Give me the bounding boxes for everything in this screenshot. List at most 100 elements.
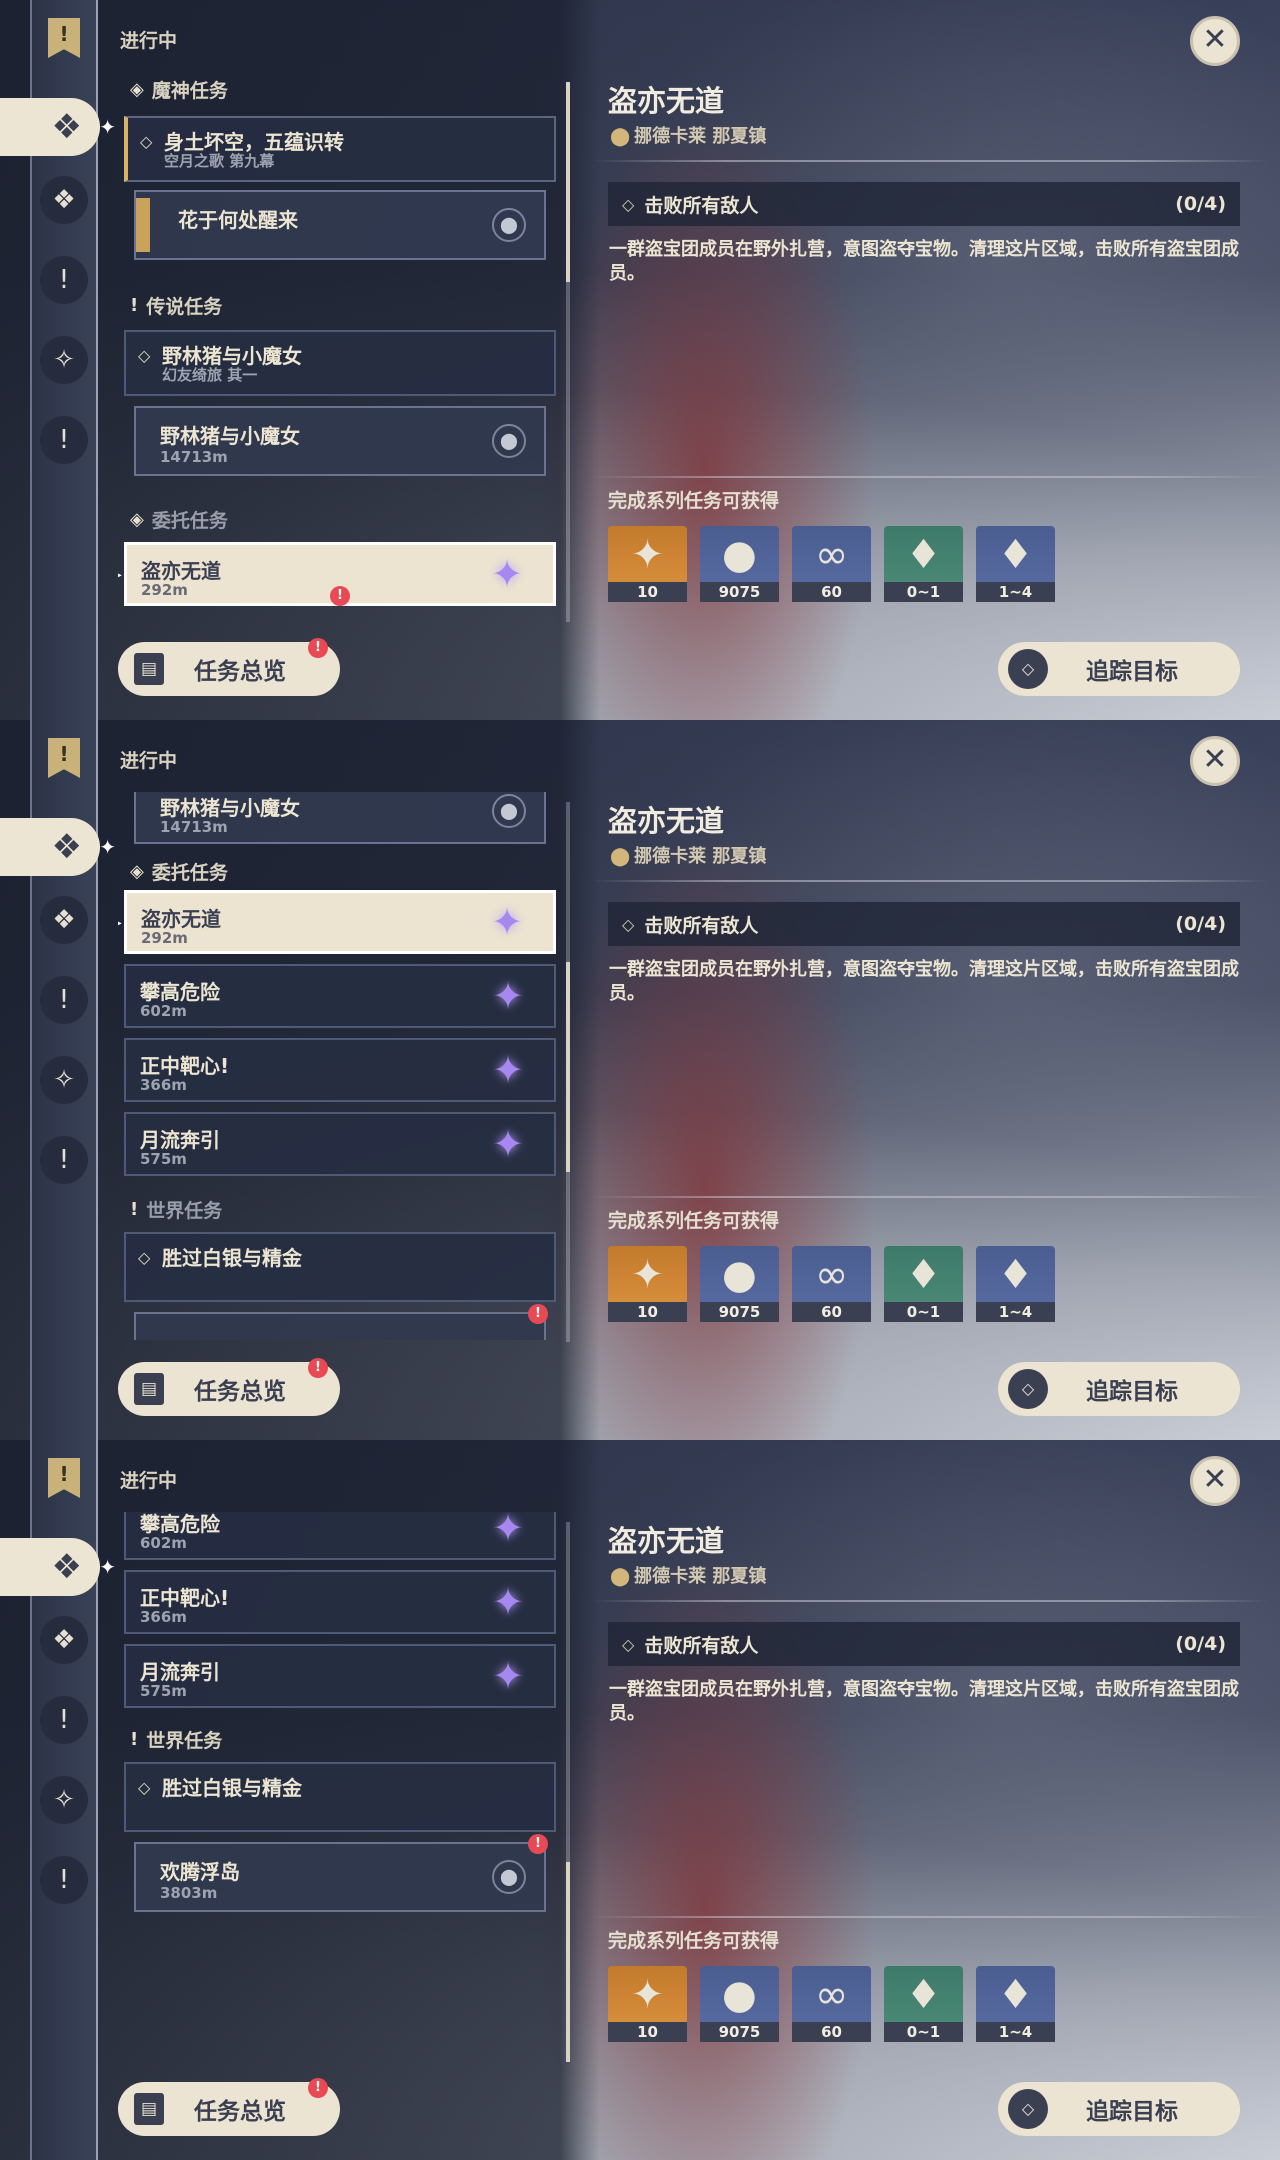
commission-card[interactable]: 攀高危险 602m ✦ bbox=[124, 1512, 556, 1560]
commission-tab-icon[interactable]: ❖ bbox=[0, 1538, 116, 1596]
world-quest-icon[interactable]: ✧ bbox=[40, 336, 88, 384]
scrollbar[interactable] bbox=[566, 1522, 570, 2062]
overview-icon: ▤ bbox=[134, 1373, 164, 1405]
archon-icon: ◈ bbox=[130, 79, 144, 100]
commission-star-icon: ✦ bbox=[491, 552, 523, 596]
quest-description: 一群盗宝团成员在野外扎营，意图盗夺宝物。清理这片区域，击败所有盗宝团成员。 bbox=[609, 1679, 1239, 1724]
reward-mora[interactable]: ● 9075 bbox=[700, 1246, 779, 1322]
commission-card[interactable]: 月流奔引 575m ✦ bbox=[124, 1112, 556, 1176]
event-quest-icon[interactable]: ! bbox=[40, 1136, 88, 1184]
reward-crystal-pink[interactable]: ♦ 1~4 bbox=[976, 526, 1055, 602]
reward-exp[interactable]: ∞ 60 bbox=[792, 526, 871, 602]
quest-card-world[interactable]: ◇ 胜过白银与精金 bbox=[124, 1232, 556, 1302]
commission-star-icon: ✦ bbox=[492, 1122, 524, 1166]
world-quest-icon[interactable]: ✧ bbox=[40, 1776, 88, 1824]
diamond-icon: ◇ bbox=[138, 1248, 151, 1267]
quest-overview-button[interactable]: ▤ 任务总览 ! bbox=[118, 2078, 340, 2136]
commission-card[interactable]: 月流奔引 575m ✦ bbox=[124, 1644, 556, 1708]
commission-icon: ◈ bbox=[130, 861, 144, 882]
location-pin-icon[interactable]: ⬤ bbox=[492, 1860, 526, 1894]
reward-mora[interactable]: ● 9075 bbox=[700, 1966, 779, 2042]
story-quest-icon[interactable]: ! bbox=[40, 256, 88, 304]
divider bbox=[590, 476, 1270, 478]
quest-card-archon[interactable]: ◇ 身土坏空，五蕴识转 空月之歌 第九幕 bbox=[124, 116, 556, 182]
quest-list[interactable]: ◈ 魔神任务 ◇ 身土坏空，五蕴识转 空月之歌 第九幕 花于何处醒来 ⬤ ! 传说任… bbox=[118, 72, 568, 620]
quest-card-world[interactable]: ◇ 胜过白银与精金 bbox=[124, 1762, 556, 1832]
alert-badge: ! bbox=[528, 1304, 548, 1324]
reward-crystal-green[interactable]: ♦ 0~1 bbox=[884, 526, 963, 602]
close-button[interactable]: ✕ bbox=[1190, 1456, 1240, 1506]
story-quest-icon[interactable]: ! bbox=[40, 976, 88, 1024]
track-icon: ◇ bbox=[1008, 649, 1048, 689]
quest-description: 一群盗宝团成员在野外扎营，意图盗夺宝物。清理这片区域，击败所有盗宝团成员。 bbox=[609, 239, 1239, 284]
location-pin-icon[interactable]: ⬤ bbox=[492, 794, 526, 828]
divider bbox=[590, 160, 1270, 162]
exp-icon: ∞ bbox=[814, 1252, 849, 1298]
quest-step-world[interactable] bbox=[134, 1312, 546, 1340]
location-pin-icon[interactable]: ⬤ bbox=[492, 424, 526, 458]
reward-crystal-green[interactable]: ♦ 0~1 bbox=[884, 1966, 963, 2042]
location-pin-icon[interactable]: ⬤ bbox=[492, 208, 526, 242]
close-button[interactable]: ✕ bbox=[1190, 736, 1240, 786]
status-label: 进行中 bbox=[120, 30, 178, 52]
location-icon: ⬤ bbox=[610, 846, 631, 867]
commission-star-icon: ✦ bbox=[492, 1512, 524, 1550]
rewards-title: 完成系列任务可获得 bbox=[608, 1930, 780, 1952]
world-quest-icon[interactable]: ✧ bbox=[40, 1056, 88, 1104]
track-icon: ◇ bbox=[1008, 2089, 1048, 2129]
objective-icon: ◇ bbox=[622, 1634, 635, 1654]
quest-card-story[interactable]: ◇ 野林猪与小魔女 幻友绮旅 其一 bbox=[124, 330, 556, 396]
quest-step-story[interactable]: 野林猪与小魔女 14713m ⬤ bbox=[134, 792, 546, 844]
commission-card-selected[interactable]: 盗亦无道 292m ✦ bbox=[118, 890, 556, 954]
reward-crystal-green[interactable]: ♦ 0~1 bbox=[884, 1246, 963, 1322]
archon-quest-icon[interactable]: ❖ bbox=[40, 176, 88, 224]
close-button[interactable]: ✕ bbox=[1190, 16, 1240, 66]
exp-icon: ∞ bbox=[814, 532, 849, 578]
alert-badge: ! bbox=[308, 1358, 328, 1378]
commission-card[interactable]: 攀高危险 602m ✦ bbox=[124, 964, 556, 1028]
track-target-button[interactable]: ◇ 追踪目标 bbox=[998, 642, 1240, 696]
track-target-button[interactable]: ◇ 追踪目标 bbox=[998, 2082, 1240, 2136]
reward-primogem[interactable]: ✦ 10 bbox=[608, 1246, 687, 1322]
quest-overview-button[interactable]: ▤ 任务总览 ! bbox=[118, 638, 340, 696]
scrollbar[interactable] bbox=[566, 802, 570, 1342]
commission-tab-icon[interactable]: ❖ bbox=[0, 98, 116, 156]
track-target-button[interactable]: ◇ 追踪目标 bbox=[998, 1362, 1240, 1416]
objective-row: ◇ 击败所有敌人 (0/4) bbox=[608, 902, 1240, 946]
scrollbar-thumb[interactable] bbox=[566, 962, 570, 1172]
exclaim-icon: ! bbox=[130, 1199, 139, 1220]
story-quest-icon[interactable]: ! bbox=[40, 1696, 88, 1744]
quest-step-archon[interactable]: 花于何处醒来 ⬤ bbox=[134, 190, 546, 260]
quest-list[interactable]: 攀高危险 602m ✦ 正中靶心! 366m ✦ 月流奔引 575m ✦ ! 世界… bbox=[118, 1512, 568, 2060]
quest-title: 盗亦无道 bbox=[608, 84, 725, 118]
quest-overview-button[interactable]: ▤ 任务总览 ! bbox=[118, 1358, 340, 1416]
reward-mora[interactable]: ● 9075 bbox=[700, 526, 779, 602]
scrollbar-thumb[interactable] bbox=[566, 1862, 570, 2062]
reward-crystal-pink[interactable]: ♦ 1~4 bbox=[976, 1966, 1055, 2042]
reward-exp[interactable]: ∞ 60 bbox=[792, 1966, 871, 2042]
archon-quest-icon[interactable]: ❖ bbox=[40, 1616, 88, 1664]
crystal-pink-icon: ♦ bbox=[997, 1972, 1034, 2018]
commission-card[interactable]: 正中靶心! 366m ✦ bbox=[124, 1570, 556, 1634]
commission-tab-icon[interactable]: ❖ bbox=[0, 818, 116, 876]
status-label: 进行中 bbox=[120, 1470, 178, 1492]
reward-crystal-pink[interactable]: ♦ 1~4 bbox=[976, 1246, 1055, 1322]
quest-step-story[interactable]: 野林猪与小魔女 14713m ⬤ bbox=[134, 406, 546, 476]
quest-step-world[interactable]: 欢腾浮岛 3803m ⬤ bbox=[134, 1842, 546, 1912]
reward-primogem[interactable]: ✦ 10 bbox=[608, 1966, 687, 2042]
reward-exp[interactable]: ∞ 60 bbox=[792, 1246, 871, 1322]
commission-card[interactable]: 正中靶心! 366m ✦ bbox=[124, 1038, 556, 1102]
quest-title: 盗亦无道 bbox=[608, 1524, 725, 1558]
archon-quest-icon[interactable]: ❖ bbox=[40, 896, 88, 944]
event-quest-icon[interactable]: ! bbox=[40, 416, 88, 464]
quest-location: ⬤ 挪德卡莱 那夏镇 bbox=[610, 1566, 767, 1587]
primogem-icon: ✦ bbox=[630, 1972, 665, 2018]
diamond-icon: ◇ bbox=[138, 346, 151, 365]
reward-primogem[interactable]: ✦ 10 bbox=[608, 526, 687, 602]
event-quest-icon[interactable]: ! bbox=[40, 1856, 88, 1904]
rewards-title: 完成系列任务可获得 bbox=[608, 490, 780, 512]
scrollbar[interactable] bbox=[566, 82, 570, 622]
quest-location: ⬤ 挪德卡莱 那夏镇 bbox=[610, 846, 767, 867]
quest-list[interactable]: 野林猪与小魔女 14713m ⬤ ◈委托任务 盗亦无道 292m ✦ 攀高危险 … bbox=[118, 792, 568, 1340]
scrollbar-thumb[interactable] bbox=[566, 82, 570, 282]
